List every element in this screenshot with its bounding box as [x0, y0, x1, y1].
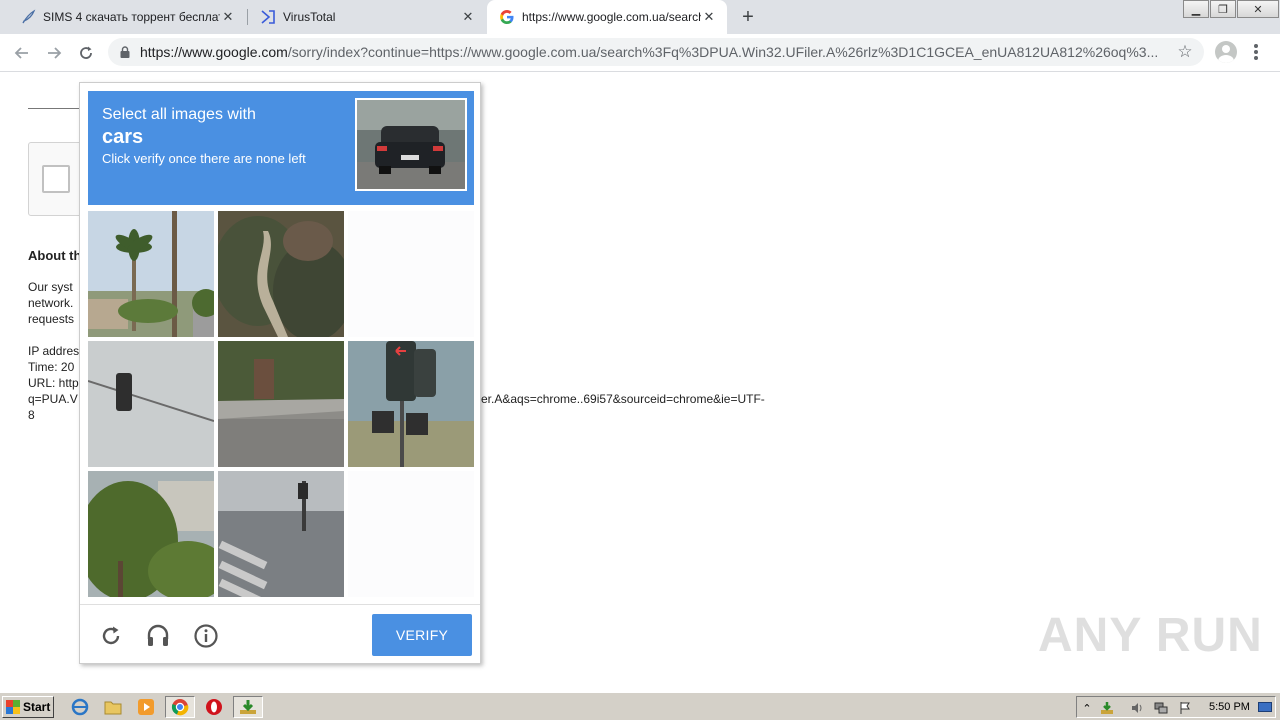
volume-icon[interactable] — [1129, 700, 1145, 716]
url-line-cont: q=PUA.V — [28, 392, 78, 406]
captcha-hint: Click verify once there are none left — [102, 151, 306, 166]
show-desktop-icon[interactable] — [1257, 700, 1273, 716]
internet-explorer-icon[interactable] — [69, 697, 91, 717]
captcha-challenge: Select all images with cars Click verify… — [79, 82, 481, 664]
windows-taskbar: Start ⌃ 5:50 PM — [0, 692, 1280, 720]
menu-kebab-icon[interactable] — [1252, 42, 1260, 62]
captcha-tile[interactable] — [218, 471, 344, 597]
browser-toolbar: https://www.google.com/sorry/index?conti… — [0, 34, 1280, 72]
virustotal-icon — [260, 9, 276, 25]
body-line: Our syst — [28, 280, 73, 294]
anyrun-watermark: ANY RUN — [1038, 609, 1263, 662]
body-line: network. — [28, 296, 74, 310]
captcha-tile[interactable] — [218, 211, 344, 337]
captcha-tile[interactable] — [88, 211, 214, 337]
captcha-tile[interactable] — [88, 471, 214, 597]
address-bar[interactable]: https://www.google.com/sorry/index?conti… — [108, 38, 1204, 66]
system-tray: ⌃ 5:50 PM — [1076, 696, 1276, 718]
tab-strip: SIMS 4 скачать торрент бесплатно ✕ Virus… — [0, 0, 1280, 34]
minimize-button[interactable]: ▁ — [1183, 0, 1209, 18]
tab-title: SIMS 4 скачать торрент бесплатно — [43, 10, 220, 24]
folder-icon[interactable] — [102, 697, 124, 717]
start-button[interactable]: Start — [2, 696, 54, 718]
info-icon[interactable] — [193, 623, 219, 649]
close-icon[interactable]: ✕ — [701, 9, 717, 25]
arrow-right-icon — [48, 47, 62, 59]
body-line: requests — [28, 312, 75, 326]
refresh-icon[interactable] — [98, 623, 124, 649]
chrome-taskbar-icon[interactable] — [165, 696, 195, 718]
tab-google-search[interactable]: https://www.google.com.ua/search?q ✕ — [487, 0, 727, 34]
tab-sims[interactable]: SIMS 4 скачать торрент бесплатно ✕ — [0, 0, 246, 34]
tab-title: https://www.google.com.ua/search?q — [522, 10, 701, 24]
forward-button[interactable] — [42, 41, 66, 65]
windows-logo-icon — [6, 700, 20, 714]
bookmark-star-icon[interactable]: ☆ — [1176, 42, 1194, 61]
captcha-target: cars — [102, 126, 144, 148]
window-controls: ▁ ❐ ✕ — [1182, 0, 1279, 18]
about-heading: About th — [28, 248, 82, 263]
ip-line: IP addres — [28, 344, 80, 358]
download-tray-icon[interactable] — [1099, 700, 1115, 716]
time-line: Time: 20 — [28, 360, 75, 374]
url-host: https://www.google.com — [140, 44, 288, 60]
close-window-button[interactable]: ✕ — [1237, 0, 1279, 18]
captcha-tile[interactable] — [218, 341, 344, 467]
sample-car-image — [355, 98, 467, 191]
taskbar-clock: 5:50 PM — [1209, 701, 1250, 713]
captcha-instruction: Select all images with — [102, 106, 256, 123]
recaptcha-checkbox[interactable] — [42, 165, 70, 193]
url-line-end: 8 — [28, 408, 35, 422]
url-line-tail: er.A&aqs=chrome..69i57&sourceid=chrome&i… — [481, 392, 765, 406]
url-path: /sorry/index?continue=https://www.google… — [287, 44, 1159, 60]
back-button[interactable] — [10, 41, 34, 65]
captcha-footer: VERIFY — [80, 604, 480, 664]
close-icon[interactable]: ✕ — [220, 9, 236, 25]
captcha-tile[interactable] — [88, 341, 214, 467]
lock-icon — [120, 46, 130, 58]
captcha-tile-empty[interactable] — [348, 471, 474, 597]
reload-button[interactable] — [74, 41, 98, 65]
opera-icon[interactable] — [203, 697, 225, 717]
profile-avatar[interactable] — [1215, 41, 1237, 63]
arrow-left-icon — [14, 47, 28, 59]
new-tab-button[interactable]: + — [738, 6, 758, 28]
headphones-icon[interactable] — [145, 623, 171, 649]
action-center-flag-icon[interactable] — [1177, 700, 1193, 716]
close-icon[interactable]: ✕ — [460, 9, 476, 25]
captcha-tile-empty[interactable] — [348, 211, 474, 337]
tab-virustotal[interactable]: VirusTotal ✕ — [240, 0, 486, 34]
captcha-image-grid — [88, 211, 474, 597]
media-player-icon[interactable] — [135, 697, 157, 717]
tab-title: VirusTotal — [283, 10, 336, 24]
feather-icon — [20, 9, 36, 25]
download-manager-icon[interactable] — [233, 696, 263, 718]
restore-button[interactable]: ❐ — [1210, 0, 1236, 18]
chevron-up-icon[interactable]: ⌃ — [1079, 700, 1095, 716]
network-icon[interactable] — [1153, 700, 1169, 716]
captcha-tile[interactable] — [348, 341, 474, 467]
url-line: URL: http — [28, 376, 79, 390]
captcha-header: Select all images with cars Click verify… — [88, 91, 474, 205]
verify-button[interactable]: VERIFY — [372, 614, 472, 656]
start-label: Start — [23, 700, 51, 714]
google-icon — [499, 9, 515, 25]
url-text: https://www.google.com/sorry/index?conti… — [140, 44, 1160, 60]
reload-icon — [80, 46, 92, 59]
